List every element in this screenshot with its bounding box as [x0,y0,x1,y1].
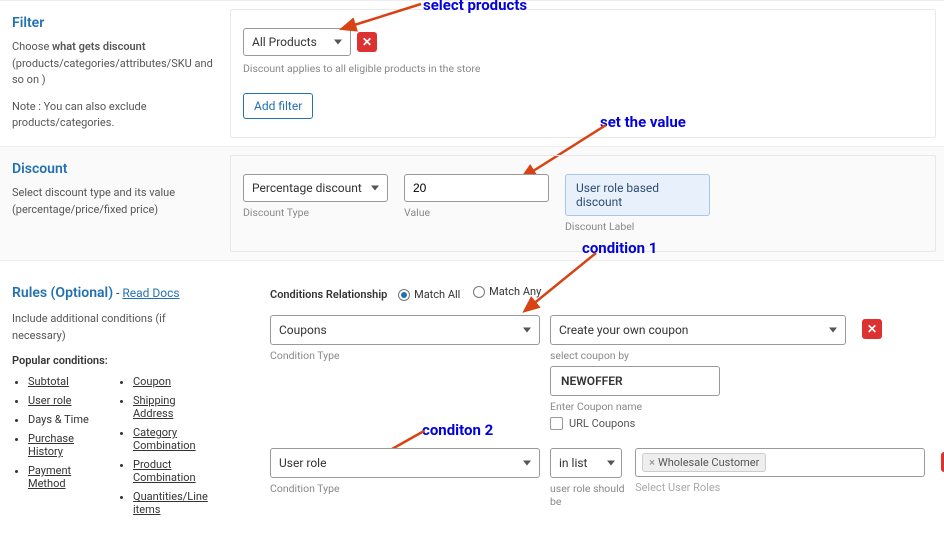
rules-title: Rules (Optional) [12,285,113,301]
cond2-op-select[interactable]: in list [550,448,622,478]
cond2-user-roles-field[interactable]: Wholesale Customer [635,448,925,477]
discount-value-label: Value [404,206,549,219]
cond-product-combo[interactable]: Product Combination [133,458,218,484]
cond-payment-method[interactable]: Payment Method [28,464,93,490]
section-filter: Filter Choose what gets discount (produc… [0,0,944,146]
filter-right: All Products ✕ Discount applies to all e… [230,9,936,138]
radio-checked-icon [398,289,410,301]
discount-value-input[interactable] [404,174,549,202]
section-discount: set the value Discount Select discount t… [0,146,944,260]
cond1-url-coupons-label: URL Coupons [569,417,635,430]
cond-user-role[interactable]: User role [28,394,93,407]
section-rules: condition 1 Rules (Optional) - Read Docs… [0,260,944,536]
cond2-placeholder: Select User Roles [635,481,925,494]
condition-row-2: User role Condition Type in list user ro… [270,448,944,508]
discount-title: Discount [12,161,218,177]
cond1-type-label: Condition Type [270,349,540,362]
radio-match-any[interactable]: Match Any [473,285,541,298]
cond1-coupon-mode-select[interactable]: Create your own coupon [550,315,846,345]
radio-match-all[interactable]: Match All [398,288,460,301]
close-icon: ✕ [867,322,877,336]
cond-subtotal[interactable]: Subtotal [28,375,93,388]
cond1-type-select[interactable]: Coupons [270,315,540,345]
cond1-coupon-code-label: Enter Coupon name [550,400,846,413]
filter-left: Filter Choose what gets discount (produc… [0,1,230,146]
cond1-delete-button[interactable]: ✕ [862,319,882,339]
conditions-relationship: Conditions Relationship Match All Match … [270,285,944,301]
cond-shipping-address[interactable]: Shipping Address [133,394,218,420]
discount-badge-label: Discount Label [565,220,710,233]
filter-title: Filter [12,15,218,31]
discount-label-badge[interactable]: User role based discount [565,174,710,216]
filter-note: Note : You can also exclude products/cat… [12,99,218,132]
discount-right: Percentage discount Discount Type Value … [230,155,936,252]
cond2-type-select[interactable]: User role [270,448,540,478]
filter-hint: Discount applies to all eligible product… [243,62,923,75]
radio-unchecked-icon [473,286,485,298]
cond-category-combo[interactable]: Category Combination [133,426,218,452]
cond2-type-label: Condition Type [270,482,540,495]
add-filter-button[interactable]: Add filter [243,93,313,119]
cond-qty-line[interactable]: Quantities/Line items [133,490,218,516]
cond-purchase-history[interactable]: Purchase History [28,432,93,458]
rules-right: Conditions Relationship Match All Match … [230,267,944,536]
cond2-token[interactable]: Wholesale Customer [642,453,766,472]
filter-products-select[interactable]: All Products [243,28,351,56]
cond1-coupon-mode-label: select coupon by [550,349,846,362]
discount-type-label: Discount Type [243,206,388,219]
filter-delete-button[interactable]: ✕ [357,32,377,52]
condition-row-1: Coupons Condition Type Create your own c… [270,315,944,430]
rules-desc: Include additional conditions (if necess… [12,311,218,344]
cond-days-time[interactable]: Days & Time [28,413,93,426]
discount-desc: Select discount type and its value (perc… [12,185,218,218]
popular-conditions-lists: Subtotal User role Days & Time Purchase … [12,375,218,522]
discount-type-select[interactable]: Percentage discount [243,174,388,202]
cond1-url-coupons-checkbox[interactable] [550,417,563,430]
popular-conditions-label: Popular conditions: [12,354,218,367]
annotation-select-products: select products [423,0,527,14]
read-docs-link[interactable]: Read Docs [122,286,179,300]
rules-left: Rules (Optional) - Read Docs Include add… [0,267,230,536]
discount-left: Discount Select discount type and its va… [0,147,230,260]
cond2-op-label: user role should be [550,482,625,508]
close-icon: ✕ [362,35,372,49]
filter-desc: Choose what gets discount (products/cate… [12,39,218,89]
cond1-coupon-code-input[interactable]: NEWOFFER [550,366,720,396]
cond-coupon[interactable]: Coupon [133,375,218,388]
